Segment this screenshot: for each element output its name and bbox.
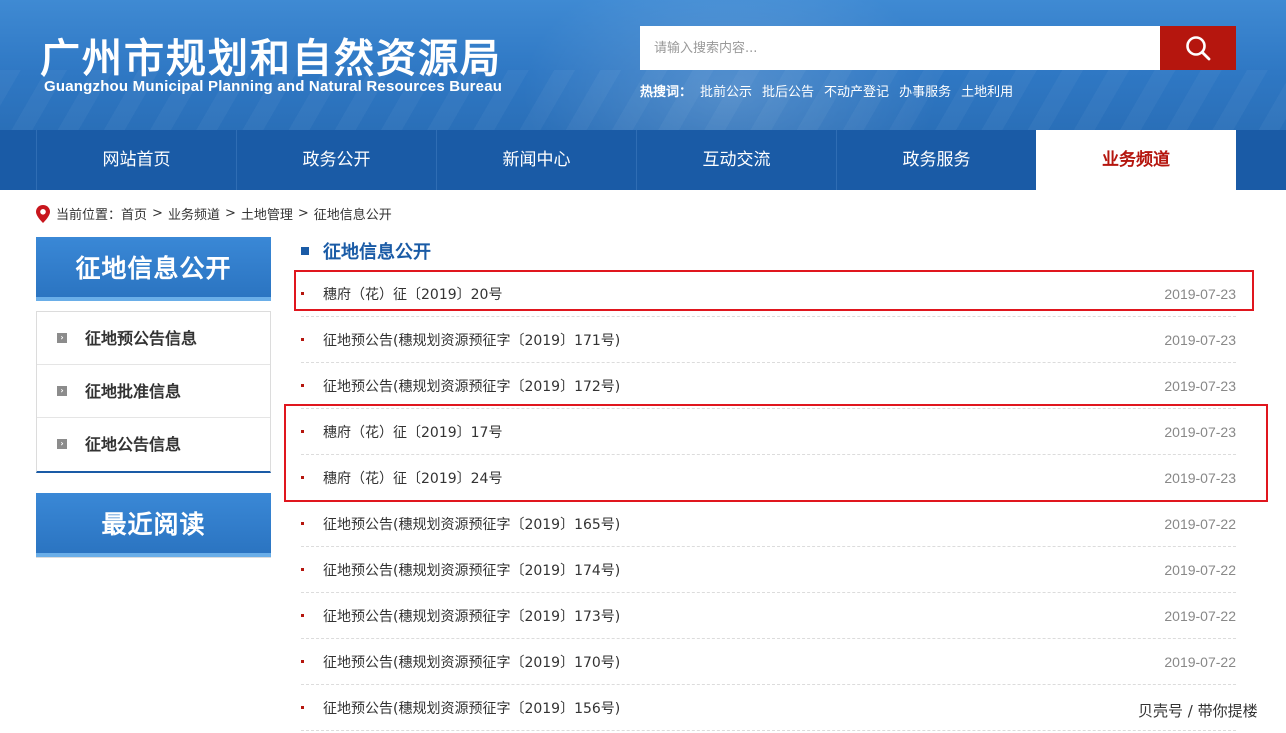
sidebar-item-approval[interactable]: › 征地批准信息	[37, 365, 270, 418]
list-item[interactable]: 穗府（花）征〔2019〕17号 2019-07-23	[301, 409, 1236, 455]
list-item[interactable]: 征地预公告(穗规划资源预征字〔2019〕173号) 2019-07-22	[301, 593, 1236, 639]
list-item-title[interactable]: 征地预公告(穗规划资源预征字〔2019〕173号)	[323, 606, 620, 626]
chevron-right-icon: ›	[57, 386, 67, 396]
sidebar-item-label: 征地预公告信息	[85, 329, 198, 348]
bullet-icon	[301, 292, 304, 295]
bullet-icon	[301, 522, 304, 525]
bullet-icon	[301, 430, 304, 433]
list-item-date: 2019-07-23	[1164, 331, 1236, 348]
site-header: 广州市规划和自然资源局 Guangzhou Municipal Planning…	[0, 0, 1286, 130]
sidebar-menu: › 征地预公告信息 › 征地批准信息 › 征地公告信息	[36, 311, 271, 473]
nav-item-interaction[interactable]: 互动交流	[636, 130, 836, 190]
list-item[interactable]: 穗府（花）征〔2019〕24号 2019-07-23	[301, 455, 1236, 501]
section-title: 征地信息公开	[301, 238, 431, 264]
list-item[interactable]: 征地预公告(穗规划资源预征字〔2019〕174号) 2019-07-22	[301, 547, 1236, 593]
sidebar-header-recent: 最近阅读	[36, 493, 271, 557]
chevron-right-icon: ›	[57, 439, 67, 449]
square-bullet-icon	[301, 247, 309, 255]
news-list: 穗府（花）征〔2019〕20号 2019-07-23 征地预公告(穗规划资源预征…	[301, 271, 1236, 731]
sidebar-item-label: 征地公告信息	[85, 435, 182, 454]
sidebar-header-land-info: 征地信息公开	[36, 237, 271, 301]
sidebar-item-label: 征地批准信息	[85, 382, 182, 401]
list-item-date: 2019-07-23	[1164, 423, 1236, 440]
bullet-icon	[301, 614, 304, 617]
sidebar-item-pre-announcement[interactable]: › 征地预公告信息	[37, 312, 270, 365]
hot-words: 热搜词： 批前公示 批后公告 不动产登记 办事服务 土地利用	[640, 81, 1023, 100]
list-item-date: 2019-07-22	[1164, 607, 1236, 624]
hot-word-link[interactable]: 批前公示	[700, 81, 752, 100]
nav-item-home[interactable]: 网站首页	[36, 130, 236, 190]
hot-word-link[interactable]: 办事服务	[899, 81, 951, 100]
list-item[interactable]: 征地预公告(穗规划资源预征字〔2019〕156号)	[301, 685, 1236, 731]
site-title[interactable]: 广州市规划和自然资源局	[40, 26, 502, 84]
list-item-title[interactable]: 征地预公告(穗规划资源预征字〔2019〕171号)	[323, 330, 620, 350]
sidebar-item-announcement[interactable]: › 征地公告信息	[37, 418, 270, 471]
nav-item-gov-services[interactable]: 政务服务	[836, 130, 1036, 190]
site-subtitle-en: Guangzhou Municipal Planning and Natural…	[44, 78, 503, 95]
bullet-icon	[301, 476, 304, 479]
list-item-title[interactable]: 穗府（花）征〔2019〕17号	[323, 422, 502, 442]
watermark: 贝壳号 / 带你提楼	[1138, 702, 1258, 720]
bullet-icon	[301, 338, 304, 341]
location-pin-icon	[36, 204, 50, 223]
divider	[36, 557, 271, 558]
list-item[interactable]: 征地预公告(穗规划资源预征字〔2019〕165号) 2019-07-22	[301, 501, 1236, 547]
nav-item-news[interactable]: 新闻中心	[436, 130, 636, 190]
list-item-date: 2019-07-22	[1164, 515, 1236, 532]
list-item[interactable]: 征地预公告(穗规划资源预征字〔2019〕171号) 2019-07-23	[301, 317, 1236, 363]
chevron-right-icon: ›	[57, 333, 67, 343]
list-item-date: 2019-07-22	[1164, 653, 1236, 670]
bullet-icon	[301, 384, 304, 387]
list-item-title[interactable]: 穗府（花）征〔2019〕24号	[323, 468, 502, 488]
hot-word-link[interactable]: 不动产登记	[824, 81, 889, 100]
bullet-icon	[301, 568, 304, 571]
breadcrumb-label: 当前位置：	[56, 208, 122, 223]
search-input[interactable]	[640, 26, 1160, 70]
breadcrumb-home[interactable]: 首页	[121, 204, 147, 223]
main-nav: 网站首页 政务公开 新闻中心 互动交流 政务服务 业务频道	[0, 130, 1286, 190]
list-item-date: 2019-07-23	[1164, 469, 1236, 486]
bullet-icon	[301, 706, 304, 709]
list-item-title[interactable]: 征地预公告(穗规划资源预征字〔2019〕174号)	[323, 560, 620, 580]
list-item-date: 2019-07-23	[1164, 285, 1236, 302]
breadcrumb-separator: >	[224, 206, 236, 221]
list-item-title[interactable]: 征地预公告(穗规划资源预征字〔2019〕170号)	[323, 652, 620, 672]
section-title-text: 征地信息公开	[323, 242, 431, 263]
breadcrumb-land-management[interactable]: 土地管理	[241, 204, 293, 223]
nav-item-business-channel[interactable]: 业务频道	[1036, 130, 1236, 190]
list-item-date: 2019-07-22	[1164, 561, 1236, 578]
hot-words-label: 热搜词：	[640, 85, 693, 100]
list-item-title[interactable]: 征地预公告(穗规划资源预征字〔2019〕172号)	[323, 376, 620, 396]
search-icon	[1186, 36, 1211, 61]
list-item[interactable]: 穗府（花）征〔2019〕20号 2019-07-23	[301, 271, 1236, 317]
bullet-icon	[301, 660, 304, 663]
search-button[interactable]	[1160, 26, 1236, 70]
list-item-title[interactable]: 征地预公告(穗规划资源预征字〔2019〕165号)	[323, 514, 620, 534]
list-item-title[interactable]: 穗府（花）征〔2019〕20号	[323, 284, 502, 304]
hot-word-link[interactable]: 土地利用	[961, 81, 1013, 100]
breadcrumb-business-channel[interactable]: 业务频道	[168, 204, 220, 223]
breadcrumb-separator: >	[297, 206, 309, 221]
breadcrumb-separator: >	[152, 206, 163, 221]
hot-word-link[interactable]: 批后公告	[762, 81, 814, 100]
breadcrumb: 当前位置： 首页 > 业务频道 > 土地管理 > 征地信息公开	[36, 204, 392, 223]
nav-item-gov-affairs[interactable]: 政务公开	[236, 130, 436, 190]
list-item-title[interactable]: 征地预公告(穗规划资源预征字〔2019〕156号)	[323, 698, 620, 718]
breadcrumb-current[interactable]: 征地信息公开	[314, 204, 392, 223]
list-item[interactable]: 征地预公告(穗规划资源预征字〔2019〕172号) 2019-07-23	[301, 363, 1236, 409]
list-item[interactable]: 征地预公告(穗规划资源预征字〔2019〕170号) 2019-07-22	[301, 639, 1236, 685]
list-item-date: 2019-07-23	[1164, 377, 1236, 394]
